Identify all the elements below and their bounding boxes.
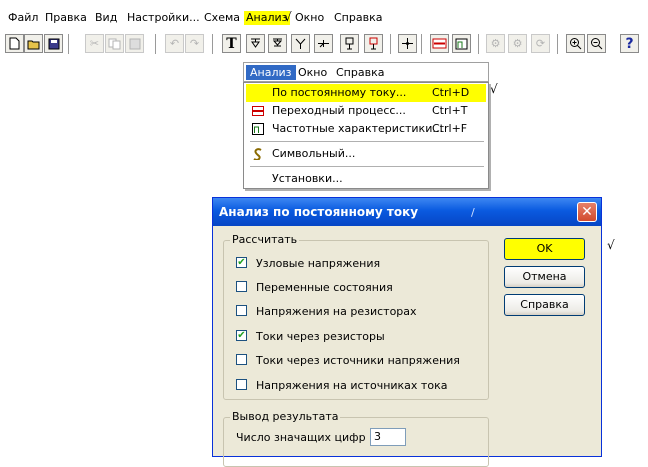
toolbar-separator: [68, 34, 72, 54]
checkbox-box[interactable]: [236, 281, 247, 292]
menu-item-label: Переходный процесс...: [272, 104, 406, 117]
output-group-label: Вывод результата: [230, 410, 341, 423]
symbolic-icon: [252, 148, 264, 161]
frequency-icon: [252, 123, 264, 135]
zoom-out-icon[interactable]: [587, 34, 606, 53]
menu-edit[interactable]: Правка: [43, 11, 89, 25]
redo-icon[interactable]: ↷: [185, 34, 204, 53]
menu-file[interactable]: Файл: [6, 11, 40, 25]
toolbar-separator: [212, 34, 216, 54]
undo-icon[interactable]: ↶: [165, 34, 184, 53]
component-icon[interactable]: ⚙: [486, 34, 505, 53]
checkbox-label: Токи через источники напряжения: [256, 354, 460, 367]
dc-analysis-dialog: Анализ по постоянному току / ✕ Рассчитат…: [212, 197, 602, 467]
menu-check-mark: √: [490, 82, 498, 96]
menu-view[interactable]: Вид: [93, 11, 119, 25]
menu-header-help[interactable]: Справка: [332, 65, 388, 80]
close-button[interactable]: ✕: [577, 202, 597, 222]
menu-item-label: По постоянному току...: [272, 86, 407, 99]
text-icon[interactable]: T: [222, 34, 241, 53]
ok-check-mark: √: [607, 238, 615, 252]
transient-icon: [252, 105, 264, 117]
calculate-group-label: Рассчитать: [230, 233, 300, 246]
menu-item-frequency[interactable]: Частотные характеристики... Ctrl+F: [246, 120, 486, 138]
checkbox-box[interactable]: ✔: [236, 257, 247, 268]
toolbar-separator: [478, 34, 482, 54]
frequency-icon[interactable]: [452, 34, 471, 53]
toolbar-separator: [421, 34, 425, 54]
menu-header-strip: Анализ Окно Справка: [243, 62, 489, 82]
checkbox-box[interactable]: ✔: [236, 330, 247, 341]
resistor-icon[interactable]: [430, 34, 449, 53]
open-icon[interactable]: [24, 34, 43, 53]
checkbox-label: Напряжения на источниках тока: [256, 379, 448, 392]
menu-header-analysis[interactable]: Анализ: [246, 65, 296, 80]
menu-help[interactable]: Справка: [332, 11, 384, 25]
cancel-button[interactable]: Отмена: [504, 266, 585, 288]
node-alt-icon[interactable]: [268, 34, 287, 53]
menu-item-label: Установки...: [272, 172, 343, 185]
toolbar-separator: [557, 34, 561, 54]
copy-icon[interactable]: [105, 34, 124, 53]
checkbox-label: Переменные состояния: [256, 281, 393, 294]
menu-item-shortcut: Ctrl+D: [432, 86, 470, 99]
menu-item-symbolic[interactable]: Символьный...: [246, 145, 486, 163]
save-icon[interactable]: [44, 34, 63, 53]
menu-settings[interactable]: Настройки...: [125, 11, 202, 25]
help-button[interactable]: Справка: [504, 294, 585, 316]
node-icon[interactable]: [246, 34, 265, 53]
toolbar-separator: [390, 34, 394, 54]
menu-scheme[interactable]: Схема: [202, 11, 242, 25]
branch-icon[interactable]: [291, 34, 310, 53]
menu-window[interactable]: Окно: [293, 11, 326, 25]
menu-item-transient[interactable]: Переходный процесс... Ctrl+T: [246, 102, 486, 120]
zoom-in-icon[interactable]: [566, 34, 585, 53]
checkbox-label: Узловые напряжения: [256, 257, 381, 270]
output-group: Вывод результата Число значащих цифр : 3: [223, 410, 489, 467]
checkbox-label: Токи через резисторы: [256, 330, 385, 343]
help-icon[interactable]: ?: [620, 34, 639, 53]
menu-header-window[interactable]: Окно: [294, 65, 331, 80]
probe-alt-icon[interactable]: [364, 34, 383, 53]
dialog-title: Анализ по постоянному току: [219, 205, 419, 219]
checkbox-box[interactable]: [236, 379, 247, 390]
check-mark: √: [284, 10, 292, 24]
digits-input[interactable]: 3: [370, 428, 406, 446]
paste-icon[interactable]: [125, 34, 144, 53]
menu-item-shortcut: Ctrl+T: [432, 104, 468, 117]
menu-separator: [250, 141, 484, 142]
menu-separator: [250, 166, 484, 167]
toolbar: ✂ ↶ ↷ T ⚙ ⚙ ⟳ ?: [0, 31, 648, 57]
branch-alt-icon[interactable]: [314, 34, 333, 53]
menu-item-label: Символьный...: [272, 147, 356, 160]
rotate-icon[interactable]: ⟳: [531, 34, 550, 53]
checkbox-box[interactable]: [236, 354, 247, 365]
component-alt-icon[interactable]: ⚙: [508, 34, 527, 53]
menubar: Файл Правка Вид Настройки... Схема Анали…: [0, 0, 648, 28]
toolbar-separator: [155, 34, 159, 54]
digits-label: Число значащих цифр :: [236, 431, 373, 444]
menu-item-shortcut: Ctrl+F: [432, 122, 468, 135]
menu-item-label: Частотные характеристики...: [272, 122, 443, 135]
menu-item-settings[interactable]: Установки...: [246, 170, 486, 188]
probe-icon[interactable]: [340, 34, 359, 53]
menu-item-dc-analysis[interactable]: По постоянному току... Ctrl+D: [246, 84, 486, 102]
analysis-dropdown-menu: По постоянному току... Ctrl+D Переходный…: [243, 82, 489, 189]
menu-analysis[interactable]: Анализ: [244, 11, 290, 25]
new-icon[interactable]: [5, 34, 24, 53]
cut-icon[interactable]: ✂: [85, 34, 104, 53]
ok-button[interactable]: OK: [504, 238, 585, 260]
dialog-titlebar[interactable]: Анализ по постоянному току / ✕: [213, 198, 601, 226]
crosshair-icon[interactable]: [398, 34, 417, 53]
calculate-group: Рассчитать ✔ Узловые напряжения Переменн…: [223, 233, 489, 400]
checkbox-box[interactable]: [236, 305, 247, 316]
checkbox-label: Напряжения на резисторах: [256, 305, 417, 318]
title-cursor-mark: /: [471, 206, 475, 219]
